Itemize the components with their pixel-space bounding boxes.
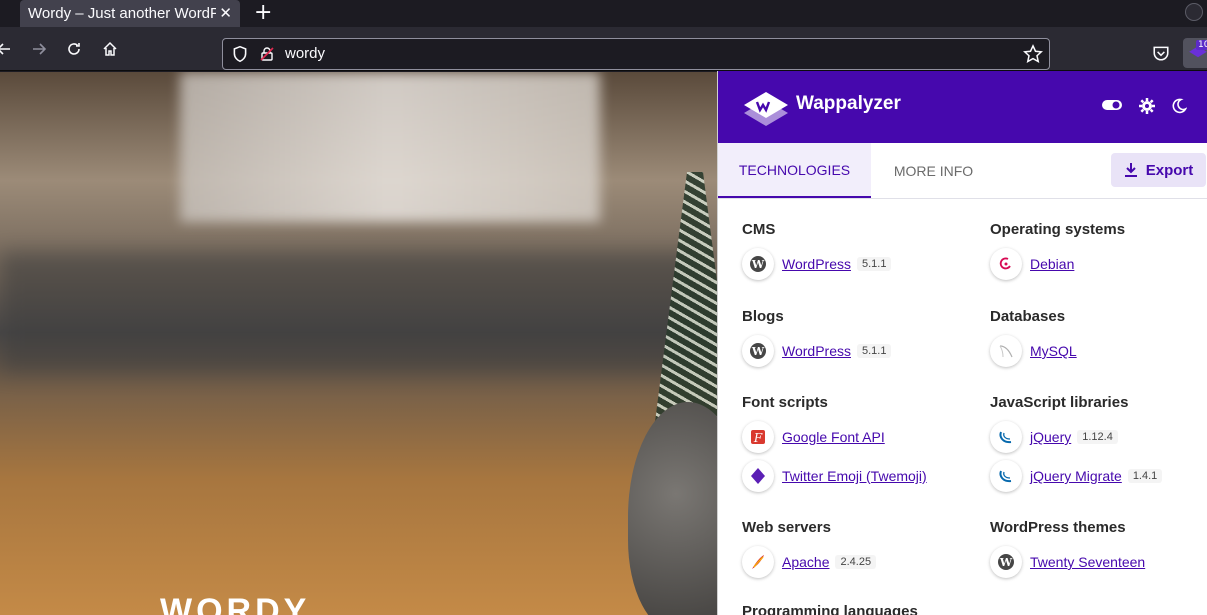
tech-version: 1.4.1 (1127, 469, 1163, 483)
category-javascript-libraries: JavaScript libraries (990, 394, 1128, 411)
tech-item-apache[interactable]: Apache 2.4.25 (742, 545, 877, 579)
toggle-switch-icon[interactable] (1101, 97, 1123, 117)
home-icon (103, 41, 117, 56)
dark-mode-moon-icon[interactable] (1171, 98, 1188, 118)
tech-name[interactable]: WordPress (782, 256, 851, 272)
brand-name: Wappalyzer (796, 93, 901, 114)
tech-name[interactable]: MySQL (1030, 343, 1077, 359)
tech-name[interactable]: Twenty Seventeen (1030, 554, 1145, 570)
background-shelf (0, 252, 700, 372)
reload-icon (68, 43, 80, 55)
tech-name[interactable]: jQuery (1030, 429, 1071, 445)
jquery-icon (990, 421, 1022, 453)
reload-button[interactable] (62, 27, 86, 71)
tech-version: 5.1.1 (856, 257, 892, 271)
category-programming-languages: Programming languages (742, 603, 918, 615)
bookmark-star-icon[interactable] (1023, 44, 1043, 68)
tech-item-jquery-migrate[interactable]: jQuery Migrate 1.4.1 (990, 459, 1163, 493)
tab-title: Wordy – Just another WordPress site (28, 5, 216, 22)
svg-text:F: F (753, 431, 763, 445)
tech-item-wordpress[interactable]: W WordPress 5.1.1 (742, 334, 892, 368)
tech-version: 2.4.25 (835, 555, 877, 569)
home-button[interactable] (98, 27, 122, 71)
tech-version: 5.1.1 (856, 344, 892, 358)
wordpress-icon: W (990, 546, 1022, 578)
category-databases: Databases (990, 308, 1065, 325)
tech-item-jquery[interactable]: jQuery 1.12.4 (990, 420, 1118, 454)
category-name: Blogs (742, 308, 784, 325)
download-icon (1124, 163, 1137, 177)
category-name: CMS (742, 221, 776, 238)
tech-version: 1.12.4 (1077, 430, 1118, 444)
site-title[interactable]: WORDY (160, 592, 310, 615)
list-tabs-button[interactable] (1185, 3, 1203, 21)
back-arrow-icon (0, 43, 10, 55)
tech-item-twenty-seventeen[interactable]: W Twenty Seventeen (990, 545, 1145, 579)
back-button[interactable] (0, 27, 14, 71)
extension-badge: 10 (1196, 40, 1207, 50)
debian-icon (990, 248, 1022, 280)
google-font-icon: F (742, 421, 774, 453)
twemoji-icon (742, 460, 774, 492)
category-cms: CMS (742, 221, 775, 238)
tech-name[interactable]: Debian (1030, 256, 1074, 272)
navigation-bar: wordy 10 (0, 27, 1207, 71)
wappalyzer-popup: Wappalyzer TECHNOLOGIES MORE INFO Export… (717, 71, 1207, 615)
category-name: Databases (990, 308, 1066, 325)
shield-icon[interactable] (231, 45, 249, 67)
close-tab-icon[interactable]: ✕ (219, 4, 232, 22)
category-web-servers: Web servers (742, 519, 831, 536)
category-blogs: Blogs (742, 308, 784, 325)
new-tab-button[interactable]: + (254, 1, 272, 25)
url-text[interactable]: wordy (285, 45, 325, 62)
category-name: JavaScript libraries (990, 394, 1129, 411)
svg-text:W: W (999, 556, 1013, 569)
jquery-icon (990, 460, 1022, 492)
wordpress-icon: W (742, 248, 774, 280)
mysql-icon (990, 335, 1022, 367)
category-name: Operating systems (990, 221, 1126, 238)
svg-text:W: W (751, 345, 765, 358)
forward-button[interactable] (28, 27, 50, 71)
insecure-lock-icon[interactable] (259, 46, 275, 66)
tech-name[interactable]: Twitter Emoji (Twemoji) (782, 468, 927, 484)
tech-item-mysql[interactable]: MySQL (990, 334, 1077, 368)
category-name: Font scripts (742, 394, 828, 411)
svg-text:W: W (751, 258, 765, 271)
export-label: Export (1145, 161, 1194, 179)
tech-item-google-font-api[interactable]: F Google Font API (742, 420, 885, 454)
popup-tabs: TECHNOLOGIES MORE INFO Export (718, 143, 1207, 199)
tab-more-info[interactable]: MORE INFO (871, 143, 996, 198)
category-operating-systems: Operating systems (990, 221, 1125, 238)
tech-item-debian[interactable]: Debian (990, 247, 1074, 281)
url-bar[interactable]: wordy (222, 38, 1050, 70)
tab-technologies[interactable]: TECHNOLOGIES (718, 143, 871, 198)
category-wordpress-themes: WordPress themes (990, 519, 1126, 536)
category-font-scripts: Font scripts (742, 394, 828, 411)
export-button[interactable]: Export (1111, 153, 1206, 187)
tab-bar: Wordy – Just another WordPress site ✕ + (0, 0, 1207, 27)
browser-tab[interactable]: Wordy – Just another WordPress site ✕ (20, 0, 240, 27)
apache-icon (742, 546, 774, 578)
category-name: Web servers (742, 519, 831, 536)
category-name: Programming languages (742, 603, 918, 615)
tech-name[interactable]: Apache (782, 554, 829, 570)
popup-header: Wappalyzer (718, 71, 1207, 143)
wordpress-icon: W (742, 335, 774, 367)
tech-name[interactable]: WordPress (782, 343, 851, 359)
settings-gear-icon[interactable] (1139, 98, 1155, 118)
tech-name[interactable]: jQuery Migrate (1030, 468, 1122, 484)
tech-name[interactable]: Google Font API (782, 429, 885, 445)
wappalyzer-logo-icon (742, 88, 790, 132)
tech-item-wordpress[interactable]: W WordPress 5.1.1 (742, 247, 892, 281)
forward-arrow-icon (33, 43, 47, 55)
tech-item-twemoji[interactable]: Twitter Emoji (Twemoji) (742, 459, 927, 493)
category-name: WordPress themes (990, 519, 1126, 536)
background-window (180, 72, 600, 222)
pocket-icon[interactable] (1152, 44, 1170, 66)
